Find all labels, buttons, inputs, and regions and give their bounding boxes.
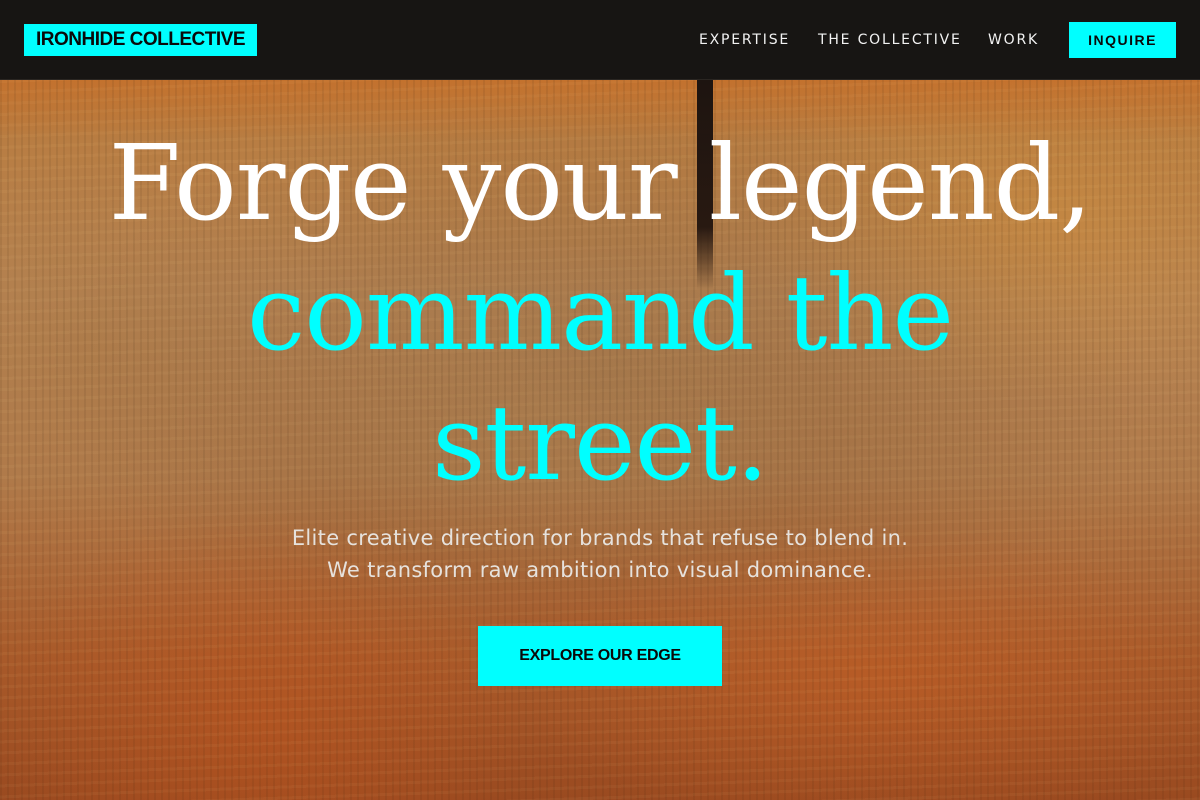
hero-subtitle: Elite creative direction for brands that… [0, 522, 1200, 586]
page: IRONHIDE COLLECTIVE EXPERTISE THE COLLEC… [0, 0, 1200, 800]
subtitle-line-2: We transform raw ambition into visual do… [327, 558, 873, 582]
nav-link-expertise[interactable]: EXPERTISE [699, 30, 790, 50]
nav-link-the-collective[interactable]: THE COLLECTIVE [818, 30, 962, 50]
explore-our-edge-button[interactable]: EXPLORE OUR EDGE [478, 626, 722, 686]
hero-headline: Forge your legend, command the street. [0, 118, 1200, 508]
site-header: IRONHIDE COLLECTIVE EXPERTISE THE COLLEC… [0, 0, 1200, 80]
headline-line-3: street. [432, 382, 769, 504]
subtitle-line-1: Elite creative direction for brands that… [291, 526, 909, 550]
inquire-button[interactable]: INQUIRE [1069, 22, 1176, 58]
brand-logo[interactable]: IRONHIDE COLLECTIVE [24, 24, 258, 56]
headline-line-1: Forge your legend, [108, 122, 1093, 244]
nav-link-work[interactable]: WORK [988, 30, 1039, 50]
headline-line-2: command the [246, 252, 954, 374]
